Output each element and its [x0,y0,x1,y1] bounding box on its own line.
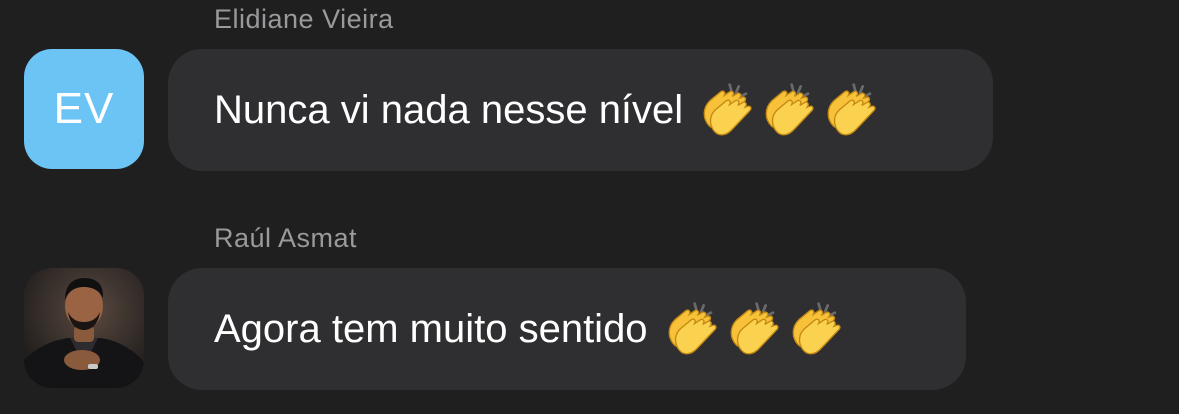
message-text: Nunca vi nada nesse nível [214,87,684,132]
avatar-photo [24,268,144,388]
message-bubble[interactable]: Nunca vi nada nesse nível [168,49,993,171]
sender-name: Raúl Asmat [214,223,358,253]
message-text: Agora tem muito sentido [214,306,648,351]
clapping-hands-icon [703,83,752,136]
sender-name: Elidiane Vieira [214,4,394,34]
chat-thread: Elidiane Vieira EV Nunca vi nada nesse n… [0,0,1179,414]
clapping-hands-icon [827,83,876,136]
clapping-hands-icon [730,302,779,355]
avatar-initials: EV [53,84,115,133]
avatar[interactable]: EV [24,49,144,169]
emoji-group [697,81,879,139]
clapping-hands-icon [668,302,717,355]
message-bubble[interactable]: Agora tem muito sentido [168,268,966,390]
avatar[interactable] [24,268,144,388]
clapping-hands-icon [765,83,814,136]
clapping-hands-icon [792,302,841,355]
emoji-group [662,300,844,358]
